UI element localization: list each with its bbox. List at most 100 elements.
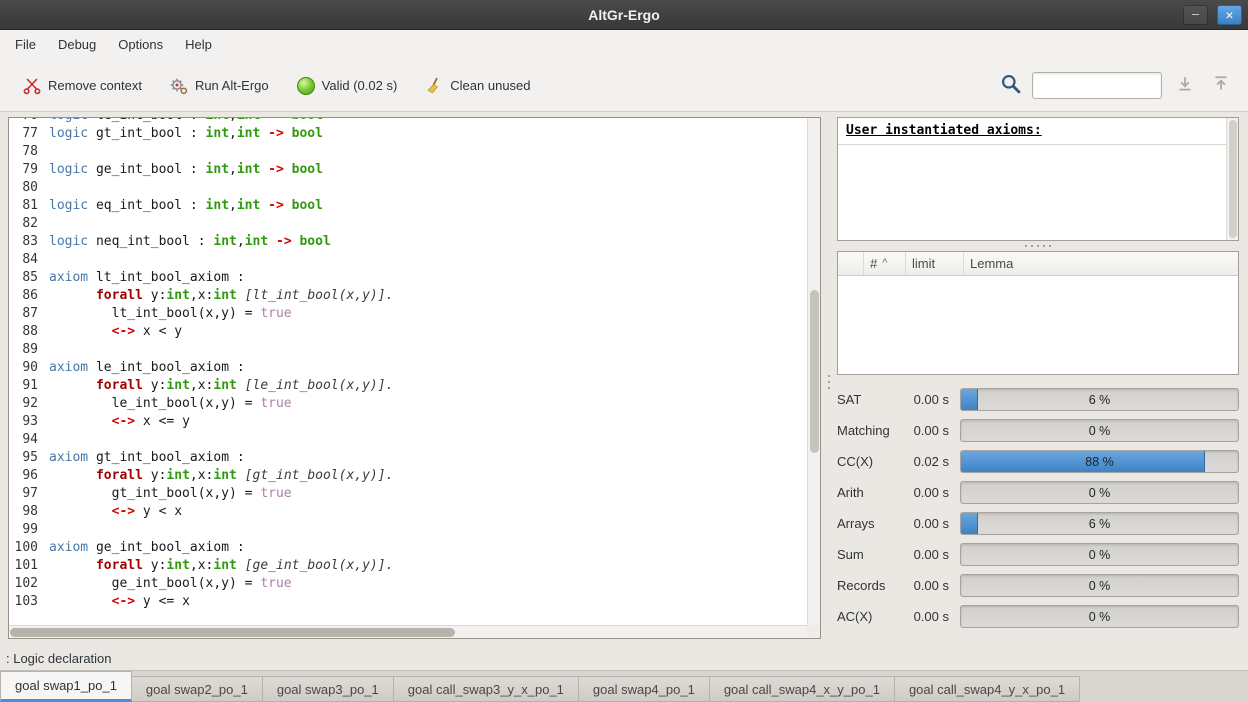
stat-label: CC(X) [837, 454, 901, 469]
search-input[interactable] [1032, 72, 1162, 99]
run-alt-ergo-label: Run Alt-Ergo [195, 78, 269, 93]
column-header-lemma[interactable]: Lemma [964, 252, 1238, 275]
code-line: 89 [9, 341, 807, 359]
tab-goal-call_swap4_x_y_po_1[interactable]: goal call_swap4_x_y_po_1 [710, 676, 895, 702]
tab-goal-swap4_po_1[interactable]: goal swap4_po_1 [579, 676, 710, 702]
line-number: 97 [9, 485, 49, 503]
window-controls: – × [1183, 5, 1242, 25]
clean-unused-button[interactable]: Clean unused [416, 71, 539, 101]
axioms-panel: User instantiated axioms: [837, 117, 1239, 241]
stat-row-matching: Matching0.00 s0 % [837, 415, 1239, 446]
clean-unused-label: Clean unused [450, 78, 530, 93]
lemma-table-body[interactable] [838, 276, 1238, 374]
code-line: 78 [9, 143, 807, 161]
column-header-num[interactable]: #^ [864, 252, 906, 275]
code-line: 84 [9, 251, 807, 269]
code-line: 95axiom gt_int_bool_axiom : [9, 449, 807, 467]
code-line: 85axiom lt_int_bool_axiom : [9, 269, 807, 287]
window-title: AltGr-Ergo [588, 7, 660, 23]
scrollbar-corner [807, 625, 820, 638]
minimize-icon: – [1192, 6, 1199, 21]
stat-progressbar: 88 % [960, 450, 1239, 473]
stat-row-sat: SAT0.00 s6 % [837, 384, 1239, 415]
stat-progressbar: 0 % [960, 543, 1239, 566]
column-header-limit[interactable]: limit [906, 252, 964, 275]
line-number: 80 [9, 179, 49, 197]
editor-horizontal-scrollbar[interactable] [9, 625, 807, 638]
code-line: 82 [9, 215, 807, 233]
code-editor[interactable]: 76logic le_int_bool : int,int -> bool77l… [8, 117, 821, 639]
column-header-label: # [870, 256, 877, 271]
stat-row-arith: Arith0.00 s0 % [837, 477, 1239, 508]
scrollbar-thumb[interactable] [10, 628, 455, 637]
right-pane: User instantiated axioms: #^limitLemma S… [837, 117, 1239, 646]
paned-handle-horizontal[interactable] [837, 241, 1239, 251]
tab-goal-swap2_po_1[interactable]: goal swap2_po_1 [132, 676, 263, 702]
code-line: 102 ge_int_bool(x,y) = true [9, 575, 807, 593]
stat-row-sum: Sum0.00 s0 % [837, 539, 1239, 570]
tab-goal-swap3_po_1[interactable]: goal swap3_po_1 [263, 676, 394, 702]
menu-item-file[interactable]: File [4, 30, 47, 60]
line-number: 96 [9, 467, 49, 485]
stat-progressbar: 0 % [960, 574, 1239, 597]
titlebar[interactable]: AltGr-Ergo – × [0, 0, 1248, 30]
green-sphere-icon [297, 77, 315, 95]
stat-progressbar: 0 % [960, 605, 1239, 628]
sort-caret-icon: ^ [882, 257, 887, 269]
line-number: 77 [9, 125, 49, 143]
menu-item-debug[interactable]: Debug [47, 30, 107, 60]
stat-label: AC(X) [837, 609, 901, 624]
lemma-table-header: #^limitLemma [838, 252, 1238, 276]
gears-icon [170, 77, 188, 95]
editor-vertical-scrollbar[interactable] [807, 118, 820, 625]
code-line: 83logic neq_int_bool : int,int -> bool [9, 233, 807, 251]
stat-time: 0.02 s [901, 454, 949, 469]
column-header-label: Lemma [970, 256, 1013, 271]
paned-handle-vertical[interactable] [821, 117, 837, 646]
axioms-scrollbar[interactable] [1226, 118, 1238, 240]
run-alt-ergo-button[interactable]: Run Alt-Ergo [161, 71, 278, 101]
code-line: 80 [9, 179, 807, 197]
line-number: 89 [9, 341, 49, 359]
stat-progressbar: 0 % [960, 481, 1239, 504]
code-line: 91 forall y:int,x:int [le_int_bool(x,y)]… [9, 377, 807, 395]
code-line: 103 <-> y <= x [9, 593, 807, 611]
menu-item-options[interactable]: Options [107, 30, 174, 60]
menubar: FileDebugOptionsHelp [0, 30, 1248, 60]
line-number: 91 [9, 377, 49, 395]
code-line: 88 <-> x < y [9, 323, 807, 341]
close-button[interactable]: × [1217, 5, 1242, 25]
axioms-panel-title: User instantiated axioms: [838, 118, 1226, 145]
stat-label: Arrays [837, 516, 901, 531]
line-number: 88 [9, 323, 49, 341]
line-number: 95 [9, 449, 49, 467]
altgr-ergo-window: AltGr-Ergo – × FileDebugOptionsHelp Remo… [0, 0, 1248, 702]
scrollbar-thumb[interactable] [1229, 120, 1237, 238]
tab-goal-call_swap4_y_x_po_1[interactable]: goal call_swap4_y_x_po_1 [895, 676, 1080, 702]
line-number: 99 [9, 521, 49, 539]
lemma-table: #^limitLemma [837, 251, 1239, 375]
remove-context-button[interactable]: Remove context [14, 71, 151, 101]
main-area: 76logic le_int_bool : int,int -> bool77l… [0, 112, 1248, 646]
broom-icon [425, 77, 443, 95]
arrow-down-icon[interactable] [1172, 75, 1198, 96]
status-text: : Logic declaration [6, 651, 112, 666]
code-line: 99 [9, 521, 807, 539]
stat-time: 0.00 s [901, 578, 949, 593]
column-header-label: limit [912, 256, 935, 271]
tab-goal-swap1_po_1[interactable]: goal swap1_po_1 [0, 671, 132, 702]
arrow-up-icon[interactable] [1208, 75, 1234, 96]
stat-percent: 0 % [961, 420, 1238, 441]
stat-row-records: Records0.00 s0 % [837, 570, 1239, 601]
stat-label: Sum [837, 547, 901, 562]
magnifier-icon[interactable] [1000, 73, 1022, 98]
tab-goal-call_swap3_y_x_po_1[interactable]: goal call_swap3_y_x_po_1 [394, 676, 579, 702]
scissors-icon [23, 77, 41, 95]
code-line: 93 <-> x <= y [9, 413, 807, 431]
scrollbar-thumb[interactable] [810, 290, 819, 452]
stat-time: 0.00 s [901, 485, 949, 500]
line-number: 83 [9, 233, 49, 251]
minimize-button[interactable]: – [1183, 5, 1208, 25]
stat-row-arrays: Arrays0.00 s6 % [837, 508, 1239, 539]
menu-item-help[interactable]: Help [174, 30, 223, 60]
